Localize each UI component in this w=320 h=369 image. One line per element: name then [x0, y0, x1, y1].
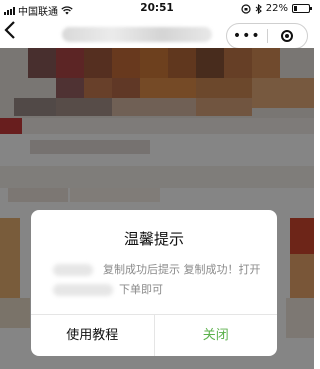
battery-icon: [292, 4, 312, 13]
back-button[interactable]: [4, 20, 16, 46]
bluetooth-icon: [255, 3, 262, 14]
mini-program-capsule: •••: [226, 23, 308, 49]
chevron-left-icon: [4, 21, 15, 39]
tutorial-button[interactable]: 使用教程: [31, 315, 155, 356]
message-line-2: 下单即可: [53, 280, 261, 300]
status-bar: 中国联通 20:51 22%: [0, 0, 314, 18]
exit-button[interactable]: [268, 30, 308, 42]
redacted-text: [53, 264, 93, 276]
close-button[interactable]: 关闭: [155, 315, 278, 356]
orientation-lock-icon: [241, 3, 251, 14]
target-circle-icon: [281, 30, 294, 42]
message-line-1: 复制成功后提示 复制成功！打开: [53, 260, 261, 280]
battery-percent: 22%: [265, 3, 288, 14]
dialog-button-row: 使用教程 关闭: [31, 314, 277, 356]
ellipsis-icon: •••: [232, 28, 261, 44]
status-right: 22%: [241, 3, 312, 14]
tip-dialog: 温馨提示 复制成功后提示 复制成功！打开 下单即可 使用教程 关闭: [31, 210, 277, 356]
page-title-blurred: [62, 27, 212, 42]
nav-bar: •••: [0, 18, 314, 49]
more-button[interactable]: •••: [227, 26, 267, 46]
redacted-text: [53, 284, 113, 296]
dialog-title: 温馨提示: [123, 230, 184, 248]
dialog-message: 复制成功后提示 复制成功！打开 下单即可: [53, 260, 261, 300]
